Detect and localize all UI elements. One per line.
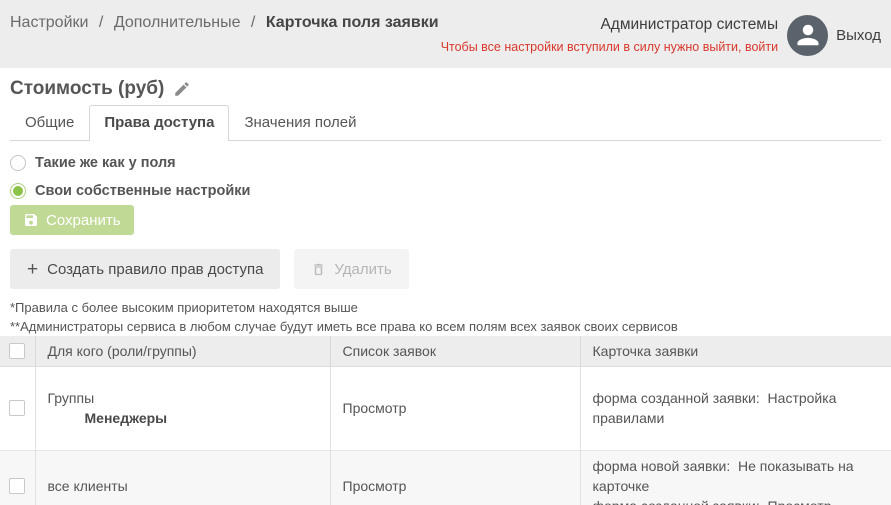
row-checkbox[interactable] — [9, 400, 25, 416]
cell-card-permission: форма созданной заявки: Настройка правил… — [580, 366, 891, 450]
header-user-area: Администратор системы Чтобы все настройк… — [441, 0, 881, 68]
person-icon — [793, 20, 823, 50]
breadcrumb-separator: / — [251, 14, 255, 31]
save-button[interactable]: Сохранить — [10, 205, 134, 235]
footnote-priority: *Правила с более высоким приоритетом нах… — [10, 298, 881, 317]
select-all-checkbox[interactable] — [9, 343, 25, 359]
table-row[interactable]: Группы Менеджеры Просмотр форма созданно… — [0, 366, 891, 450]
breadcrumb-settings[interactable]: Настройки — [10, 14, 88, 31]
page-title: Стоимость (руб) — [10, 76, 164, 102]
user-name: Администратор системы — [441, 16, 778, 34]
radio-same-as-field-label: Такие же как у поля — [35, 155, 176, 171]
who-group-type: все клиенты — [48, 478, 318, 494]
access-rules-table: Для кого (роли/группы) Список заявок Кар… — [0, 336, 891, 505]
plus-icon: + — [27, 260, 38, 279]
table-header-row: Для кого (роли/группы) Список заявок Кар… — [0, 336, 891, 366]
create-rule-label: Создать правило прав доступа — [47, 261, 263, 278]
delete-button-label: Удалить — [334, 261, 391, 278]
breadcrumb-additional[interactable]: Дополнительные — [114, 14, 241, 31]
card-permission-line: форма созданной заявки: Просмотр — [593, 496, 880, 505]
cell-list-permission: Просмотр — [330, 450, 580, 505]
card-permission-line: форма созданной заявки: Настройка правил… — [593, 388, 880, 428]
tab-access-rights[interactable]: Права доступа — [89, 105, 229, 140]
who-group-type: Группы — [48, 390, 318, 406]
tab-field-values[interactable]: Значения полей — [229, 105, 371, 140]
save-button-label: Сохранить — [46, 212, 121, 229]
column-header-card: Карточка заявки — [580, 336, 891, 366]
user-block: Администратор системы Чтобы все настройк… — [441, 16, 778, 54]
breadcrumb-separator: / — [99, 14, 103, 31]
avatar[interactable] — [787, 15, 828, 56]
footnotes: *Правила с более высоким приоритетом нах… — [10, 298, 881, 336]
tab-bar: Общие Права доступа Значения полей — [10, 105, 881, 141]
radio-circle-icon[interactable] — [10, 155, 26, 171]
column-header-who: Для кого (роли/группы) — [35, 336, 330, 366]
who-group-name: Менеджеры — [48, 410, 318, 426]
relogin-notice: Чтобы все настройки вступили в силу нужн… — [441, 40, 778, 54]
edit-pencil-icon[interactable] — [173, 80, 191, 98]
row-checkbox[interactable] — [9, 478, 25, 494]
radio-own-settings-label: Свои собственные настройки — [35, 183, 250, 199]
breadcrumb-current-page: Карточка поля заявки — [266, 14, 439, 31]
breadcrumb: Настройки / Дополнительные / Карточка по… — [10, 0, 439, 68]
cell-list-permission: Просмотр — [330, 366, 580, 450]
table-row[interactable]: все клиенты Просмотр форма новой заявки:… — [0, 450, 891, 505]
tab-general[interactable]: Общие — [10, 105, 89, 140]
top-header: Настройки / Дополнительные / Карточка по… — [0, 0, 891, 68]
column-header-list: Список заявок — [330, 336, 580, 366]
card-permission-line: форма новой заявки: Не показывать на кар… — [593, 456, 880, 496]
create-rule-button[interactable]: + Создать правило прав доступа — [10, 249, 280, 289]
floppy-save-icon — [23, 212, 39, 228]
radio-same-as-field[interactable]: Такие же как у поля — [10, 151, 881, 175]
radio-circle-checked-icon[interactable] — [10, 183, 26, 199]
radio-own-settings[interactable]: Свои собственные настройки — [10, 179, 881, 203]
delete-button[interactable]: Удалить — [294, 249, 408, 289]
trash-icon — [311, 262, 326, 277]
cell-who: Группы Менеджеры — [35, 366, 330, 450]
logout-button[interactable]: Выход — [836, 27, 881, 44]
cell-card-permission: форма новой заявки: Не показывать на кар… — [580, 450, 891, 505]
footnote-admins: **Администраторы сервиса в любом случае … — [10, 317, 881, 336]
cell-who: все клиенты — [35, 450, 330, 505]
